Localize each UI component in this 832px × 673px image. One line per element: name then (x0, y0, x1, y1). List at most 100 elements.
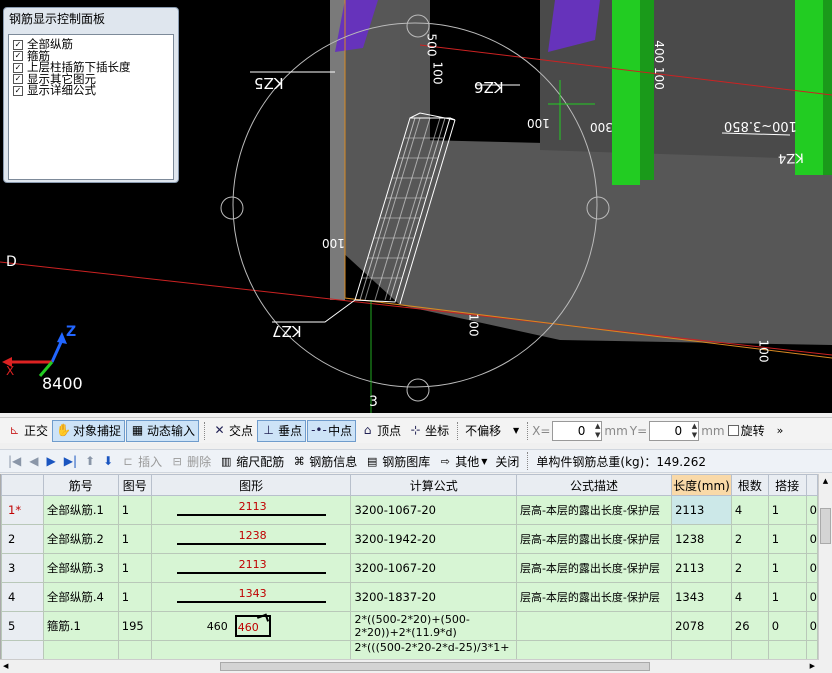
cell-rebar-name[interactable] (42, 640, 119, 660)
cell-rebar-name[interactable]: 箍筋.1 (42, 611, 119, 641)
cell-formula-desc[interactable]: 层高-本层的露出长度-保护层 (515, 553, 673, 583)
cell-shape[interactable]: 2113 (150, 553, 352, 583)
cell-formula-desc[interactable] (515, 611, 673, 641)
table-row[interactable]: 3 全部纵筋.3 1 2113 3200-1067-20 层高-本层的露出长度-… (1, 553, 818, 583)
header-figure-no[interactable]: 图号 (117, 474, 152, 496)
cell-extra[interactable]: 0 (805, 495, 818, 525)
rebar-info-button[interactable]: ⌘ 钢筋信息 (288, 453, 361, 470)
cell-rebar-name[interactable]: 全部纵筋.4 (42, 582, 119, 612)
cell-length[interactable]: 2113 (671, 553, 732, 583)
header-lap[interactable]: 搭接 (767, 474, 807, 496)
cell-formula[interactable]: 3200-1837-20 (350, 582, 517, 612)
move-up-icon[interactable]: ⬆ (81, 454, 99, 468)
cell-shape[interactable]: 2113 (150, 495, 352, 525)
cell-figure-no[interactable]: 1 (117, 524, 152, 554)
cell-shape[interactable]: 1238 (150, 524, 352, 554)
cell-figure-no[interactable]: 1 (117, 495, 152, 525)
last-record-icon[interactable]: ▶| (60, 454, 81, 468)
cell-count[interactable] (730, 640, 769, 660)
header-count[interactable]: 根数 (730, 474, 769, 496)
dynamic-input-button[interactable]: ▦ 动态输入 (126, 419, 200, 442)
cell-figure-no[interactable]: 1 (117, 582, 152, 612)
cell-rebar-name[interactable]: 全部纵筋.3 (42, 553, 119, 583)
cell-formula-desc[interactable] (515, 640, 673, 660)
scroll-right-icon[interactable]: ▶ (810, 660, 815, 673)
cell-shape[interactable]: 460 460 (150, 611, 352, 641)
vertex-button[interactable]: ⌂ 顶点 (357, 420, 404, 442)
cell-lap[interactable]: 1 (767, 524, 807, 554)
rebar-library-button[interactable]: ▤ 钢筋图库 (361, 453, 434, 470)
table-row[interactable]: 4 全部纵筋.4 1 1343 3200-1837-20 层高-本层的露出长度-… (1, 582, 818, 612)
rotate-checkbox[interactable]: 旋转 (725, 420, 768, 442)
close-button[interactable]: 关闭 (491, 453, 523, 470)
move-down-icon[interactable]: ⬇ (99, 454, 117, 468)
cell-formula-desc[interactable]: 层高-本层的露出长度-保护层 (515, 495, 673, 525)
intersection-button[interactable]: ✕ 交点 (209, 420, 256, 442)
orthogonal-button[interactable]: ⊾ 正交 (4, 420, 51, 442)
row-number[interactable]: 4 (1, 582, 44, 612)
cell-count[interactable]: 4 (730, 495, 769, 525)
cell-shape[interactable] (150, 640, 352, 660)
horizontal-scroll-thumb[interactable] (220, 662, 650, 671)
cell-count[interactable]: 26 (730, 611, 769, 641)
checkbox-checked-icon[interactable]: ✓ (13, 62, 23, 73)
cell-extra[interactable]: 0 (805, 582, 818, 612)
cell-formula-desc[interactable]: 层高-本层的露出长度-保护层 (515, 582, 673, 612)
cell-formula[interactable]: 3200-1942-20 (350, 524, 517, 554)
cell-lap[interactable]: 0 (767, 611, 807, 641)
row-number[interactable]: 1* (1, 495, 44, 525)
cell-length[interactable]: 1238 (671, 524, 732, 554)
cell-extra[interactable]: 0 (805, 553, 818, 583)
table-row[interactable]: 5 箍筋.1 195 460 460 2*((500-2*20)+(500-2*… (1, 611, 818, 641)
checkbox-icon[interactable] (727, 425, 739, 436)
first-record-icon[interactable]: |◀ (4, 454, 25, 468)
scroll-left-icon[interactable]: ◀ (3, 660, 8, 673)
cell-extra[interactable]: 0 (805, 524, 818, 554)
cell-extra[interactable] (805, 640, 818, 660)
object-snap-button[interactable]: ✋ 对象捕捉 (52, 419, 126, 442)
cell-figure-no[interactable]: 195 (117, 611, 152, 641)
option-show-detailed-formula[interactable]: ✓ 显示详细公式 (9, 84, 173, 97)
cell-lap[interactable]: 1 (767, 582, 807, 612)
row-number[interactable]: 3 (1, 553, 44, 583)
cell-rebar-name[interactable]: 全部纵筋.2 (42, 524, 119, 554)
row-number[interactable] (1, 640, 44, 660)
cell-count[interactable]: 2 (730, 553, 769, 583)
spinner-icon[interactable]: ▲ ▼ (595, 422, 600, 440)
offset-dropdown[interactable]: 不偏移 ▼ (462, 420, 522, 442)
cell-formula-desc[interactable]: 层高-本层的露出长度-保护层 (515, 524, 673, 554)
cell-figure-no[interactable] (117, 640, 152, 660)
next-record-icon[interactable]: ▶ (43, 454, 60, 468)
table-row[interactable]: 1* 全部纵筋.1 1 2113 3200-1067-20 层高-本层的露出长度… (1, 495, 818, 525)
table-row[interactable]: 2*(((500-2*20-2*d-25)/3*1+ (1, 640, 818, 660)
cell-figure-no[interactable]: 1 (117, 553, 152, 583)
cell-extra[interactable]: 0 (805, 611, 818, 641)
vertical-scroll-thumb[interactable] (820, 508, 831, 544)
other-menu-button[interactable]: ⇨ 其他 ▼ (434, 453, 491, 470)
perpendicular-button[interactable]: ⊥ 垂点 (257, 419, 307, 442)
cell-length[interactable]: 2113 (671, 495, 732, 525)
cell-length[interactable]: 1343 (671, 582, 732, 612)
toolbar-overflow-button[interactable]: » (777, 424, 784, 437)
cell-lap[interactable]: 1 (767, 553, 807, 583)
cell-formula[interactable]: 2*(((500-2*20-2*d-25)/3*1+ (350, 640, 517, 660)
row-number[interactable]: 5 (1, 611, 44, 641)
delete-button[interactable]: ⊟ 删除 (166, 453, 215, 470)
checkbox-checked-icon[interactable]: ✓ (13, 74, 23, 85)
cell-formula[interactable]: 3200-1067-20 (350, 495, 517, 525)
horizontal-scrollbar[interactable]: ◀ ▶ (0, 659, 818, 673)
vertical-scrollbar[interactable]: ▲ (818, 474, 832, 660)
scroll-up-icon[interactable]: ▲ (819, 474, 832, 488)
checkbox-checked-icon[interactable]: ✓ (13, 85, 23, 96)
prev-record-icon[interactable]: ◀ (25, 454, 42, 468)
cell-length[interactable]: 2078 (671, 611, 732, 641)
header-rebar-no[interactable]: 筋号 (42, 474, 119, 496)
cell-lap[interactable] (767, 640, 807, 660)
cell-lap[interactable]: 1 (767, 495, 807, 525)
cell-shape[interactable]: 1343 (150, 582, 352, 612)
header-formula-desc[interactable]: 公式描述 (515, 474, 673, 496)
cell-count[interactable]: 4 (730, 582, 769, 612)
cell-rebar-name[interactable]: 全部纵筋.1 (42, 495, 119, 525)
header-length[interactable]: 长度(mm) (671, 474, 732, 496)
coordinate-button[interactable]: ⊹ 坐标 (405, 420, 452, 442)
